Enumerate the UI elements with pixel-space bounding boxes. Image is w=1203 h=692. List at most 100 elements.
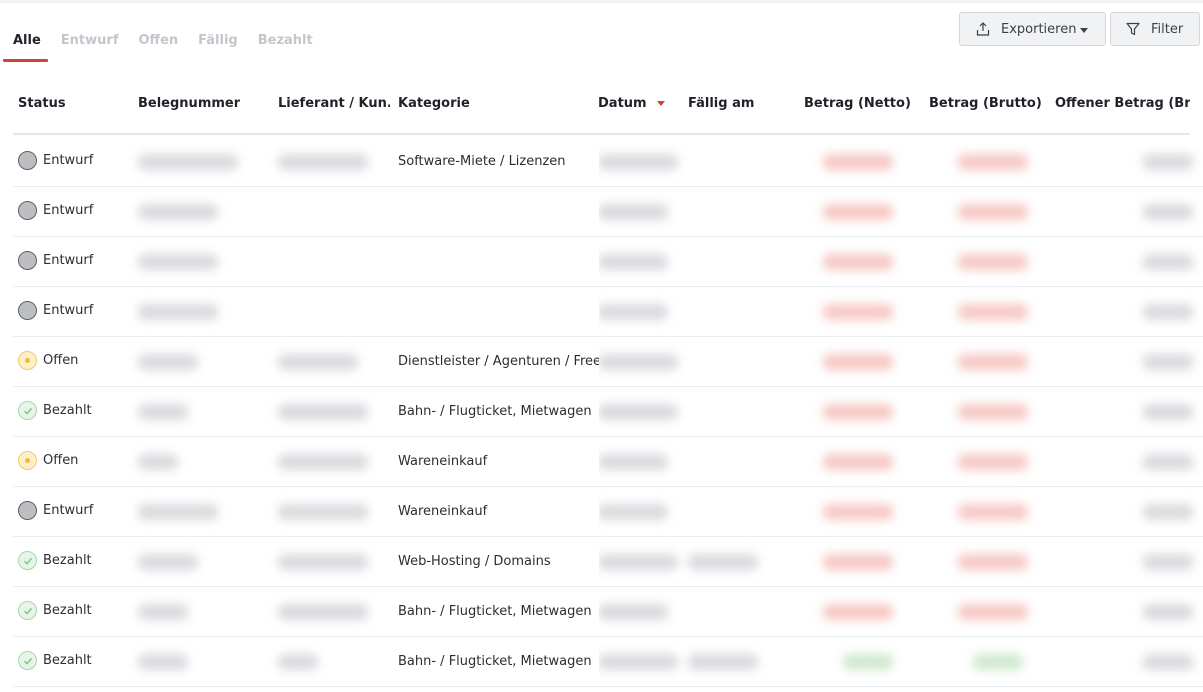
status-label: Bezahlt — [43, 603, 92, 618]
table-row[interactable]: Entwurf — [13, 187, 1203, 237]
redacted-value — [958, 504, 1028, 520]
draft-circle-icon — [18, 201, 37, 220]
column-belegnummer[interactable]: Belegnummer — [138, 96, 240, 111]
check-circle-icon — [18, 601, 37, 620]
column-lieferant[interactable]: Lieferant / Kun... — [278, 96, 390, 111]
redacted-value — [138, 504, 218, 520]
redacted-value — [688, 554, 758, 570]
redacted-value — [138, 354, 198, 370]
category-cell: Bahn- / Flugticket, Mietwagen — [384, 637, 599, 686]
redacted-value — [823, 254, 893, 270]
table-row[interactable]: Entwurf — [13, 287, 1203, 337]
redacted-value — [598, 404, 678, 420]
redacted-value — [823, 604, 893, 620]
redacted-value — [1143, 554, 1193, 570]
redacted-value — [278, 554, 368, 570]
redacted-value — [823, 504, 893, 520]
redacted-value — [1143, 654, 1193, 670]
upload-icon — [975, 21, 991, 37]
status-badge: Entwurf — [18, 251, 93, 270]
redacted-value — [598, 254, 668, 270]
redacted-value — [598, 654, 678, 670]
status-badge: Bezahlt — [18, 601, 92, 620]
category-cell: Bahn- / Flugticket, Mietwagen — [384, 387, 599, 436]
redacted-value — [1143, 454, 1193, 470]
redacted-value — [958, 354, 1028, 370]
export-button[interactable]: Exportieren — [959, 12, 1106, 46]
column-status[interactable]: Status — [18, 96, 66, 111]
tab-faellig[interactable]: Fällig — [188, 27, 248, 61]
category-cell: Dienstleister / Agenturen / Freela — [384, 337, 599, 386]
status-badge: Entwurf — [18, 201, 93, 220]
redacted-value — [1143, 604, 1193, 620]
status-badge: Bezahlt — [18, 551, 92, 570]
redacted-value — [278, 154, 368, 170]
draft-circle-icon — [18, 301, 37, 320]
tab-bezahlt[interactable]: Bezahlt — [248, 27, 323, 61]
column-kategorie[interactable]: Kategorie — [398, 96, 470, 111]
redacted-value — [598, 354, 678, 370]
redacted-value — [823, 454, 893, 470]
redacted-value — [1143, 404, 1193, 420]
redacted-value — [598, 554, 678, 570]
table-row[interactable]: Bezahlt Bahn- / Flugticket, Mietwagen — [13, 637, 1203, 687]
category-cell — [384, 187, 599, 236]
open-circle-icon — [18, 351, 37, 370]
chevron-down-icon — [1080, 27, 1089, 33]
redacted-value — [1143, 504, 1193, 520]
status-label: Entwurf — [43, 303, 94, 318]
table-row[interactable]: Bezahlt Bahn- / Flugticket, Mietwagen — [13, 587, 1203, 637]
table-row[interactable]: Bezahlt Bahn- / Flugticket, Mietwagen — [13, 387, 1203, 437]
column-faellig[interactable]: Fällig am — [688, 96, 754, 111]
redacted-value — [598, 304, 668, 320]
table-row[interactable]: Offen Wareneinkauf — [13, 437, 1203, 487]
redacted-value — [138, 454, 178, 470]
table-row[interactable]: Entwurf Software-Miete / Lizenzen — [13, 137, 1203, 187]
status-label: Bezahlt — [43, 653, 92, 668]
category-cell: Wareneinkauf — [384, 487, 599, 536]
redacted-value — [278, 454, 368, 470]
status-badge: Bezahlt — [18, 401, 92, 420]
status-tabs: Alle Entwurf Offen Fällig Bezahlt — [0, 27, 323, 63]
table-row[interactable]: Offen Dienstleister / Agenturen / Freela — [13, 337, 1203, 387]
table-row[interactable]: Bezahlt Web-Hosting / Domains — [13, 537, 1203, 587]
table-row[interactable]: Entwurf Wareneinkauf — [13, 487, 1203, 537]
redacted-value — [958, 204, 1028, 220]
redacted-value — [278, 354, 358, 370]
redacted-value — [1143, 154, 1193, 170]
tab-offen[interactable]: Offen — [128, 27, 188, 61]
redacted-value — [138, 204, 218, 220]
redacted-value — [278, 654, 318, 670]
column-netto[interactable]: Betrag (Netto) — [804, 96, 911, 111]
status-label: Bezahlt — [43, 553, 92, 568]
column-datum[interactable]: Datum — [598, 96, 665, 111]
category-cell: Web-Hosting / Domains — [384, 537, 599, 586]
table-row[interactable]: Entwurf — [13, 237, 1203, 287]
filter-button[interactable]: Filter — [1110, 12, 1200, 46]
column-brutto[interactable]: Betrag (Brutto) — [929, 96, 1042, 111]
redacted-value — [823, 204, 893, 220]
redacted-value — [598, 454, 668, 470]
redacted-value — [1143, 304, 1193, 320]
funnel-icon — [1125, 21, 1141, 37]
column-offener-betrag[interactable]: Offener Betrag (Brut — [1055, 96, 1190, 111]
redacted-value — [973, 654, 1023, 670]
category-cell: Wareneinkauf — [384, 437, 599, 486]
redacted-value — [823, 354, 893, 370]
status-label: Entwurf — [43, 203, 94, 218]
tab-alle[interactable]: Alle — [0, 27, 51, 61]
status-badge: Entwurf — [18, 301, 93, 320]
open-circle-icon — [18, 451, 37, 470]
draft-circle-icon — [18, 151, 37, 170]
redacted-value — [278, 604, 368, 620]
redacted-value — [1143, 254, 1193, 270]
status-badge: Offen — [18, 451, 78, 470]
status-label: Offen — [43, 353, 79, 368]
status-badge: Bezahlt — [18, 651, 92, 670]
redacted-value — [958, 154, 1028, 170]
redacted-value — [843, 654, 893, 670]
redacted-value — [823, 154, 893, 170]
tab-entwurf[interactable]: Entwurf — [51, 27, 129, 61]
check-circle-icon — [18, 401, 37, 420]
column-datum-label: Datum — [598, 96, 647, 111]
